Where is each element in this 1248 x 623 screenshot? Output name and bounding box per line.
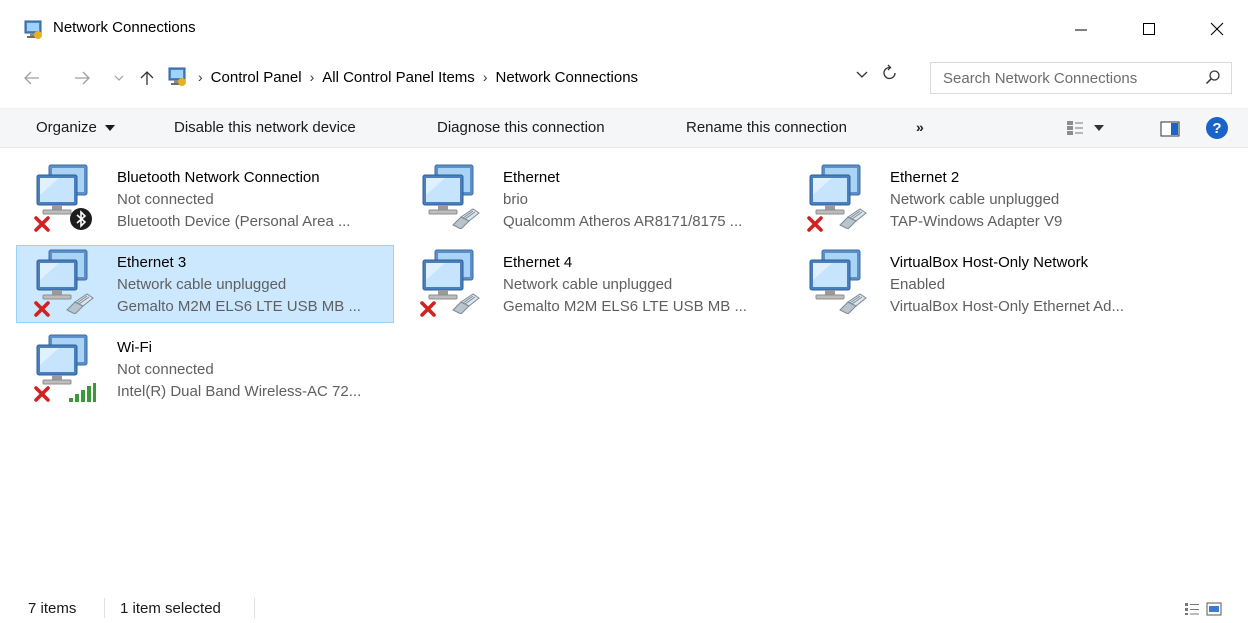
refresh-icon [883,64,896,80]
address-history-button[interactable] [856,67,868,82]
connection-name: Ethernet 4 [503,254,573,271]
connection-tile[interactable]: Wi-Fi Not connected Intel(R) Dual Band Wir… [16,330,394,408]
connection-name: Ethernet 2 [890,169,960,186]
rename-button[interactable]: Rename this connection [686,119,847,136]
tiles-view-button[interactable] [1206,602,1222,620]
connection-name: Ethernet [503,169,560,186]
bluetooth-icon [69,207,93,235]
status-divider [104,598,105,618]
connection-device: Qualcomm Atheros AR8171/8175 ... [503,213,743,230]
network-connections-icon [22,20,44,40]
connection-name: VirtualBox Host-Only Network [890,254,1089,271]
network-cable-icon [836,292,868,318]
breadcrumb-network-connections[interactable]: Network Connections [495,69,638,86]
window-title: Network Connections [53,19,196,36]
search-input[interactable] [943,69,1193,87]
maximize-button[interactable] [1118,0,1180,58]
address-bar[interactable]: › Control Panel › All Control Panel Item… [166,60,916,94]
connection-tile[interactable]: Ethernet 3 Network cable unplugged Gemalto… [16,245,394,323]
chevron-down-icon [856,71,868,78]
preview-pane-button[interactable] [1160,121,1180,141]
chevron-down-icon [114,75,124,81]
network-cable-icon [836,207,868,233]
item-count: 7 items [28,600,77,617]
help-icon: ? [1212,119,1222,137]
connection-name: Wi-Fi [117,339,152,356]
title-bar: Network Connections [0,0,1248,58]
disconnected-x-icon [33,300,51,322]
caret-down-icon [1094,125,1104,131]
status-bar: 7 items 1 item selected [0,594,1248,623]
disconnected-x-icon [33,215,51,237]
connection-status: Not connected [117,191,214,208]
breadcrumb-separator[interactable]: › [310,69,315,85]
diagnose-button[interactable]: Diagnose this connection [437,119,605,136]
connection-tile[interactable]: Ethernet brio Qualcomm Atheros AR8171/8175… [402,160,780,238]
connection-device: VirtualBox Host-Only Ethernet Ad... [890,298,1125,315]
status-divider [254,598,255,618]
connection-device: Intel(R) Dual Band Wireless-AC 72... [117,383,362,400]
command-bar: Organize Disable this network device Dia… [0,108,1248,148]
connection-tile[interactable]: Ethernet 4 Network cable unplugged Gemalto… [402,245,780,323]
breadcrumb-all-items[interactable]: All Control Panel Items [322,69,475,86]
breadcrumb-separator[interactable]: › [198,69,203,85]
network-cable-icon [449,207,481,233]
arrow-up-icon [140,71,154,85]
details-view-button[interactable] [1184,602,1200,620]
back-button[interactable] [24,66,40,90]
details-view-icon [1185,603,1199,615]
selection-count: 1 item selected [120,600,221,617]
organize-button[interactable]: Organize [36,119,116,136]
help-button[interactable]: ? [1206,117,1228,139]
view-switcher [1184,602,1222,620]
breadcrumb-separator[interactable]: › [483,69,488,85]
search-box[interactable] [930,62,1232,94]
connection-device: Bluetooth Device (Personal Area ... [117,213,351,230]
minimize-button[interactable] [1050,0,1112,58]
close-icon [1210,22,1224,36]
preview-pane-icon [1160,121,1180,137]
view-details-icon [1067,121,1083,135]
control-panel-icon [166,67,188,87]
up-button[interactable] [140,66,154,90]
connection-status: brio [503,191,529,208]
connection-device: Gemalto M2M ELS6 LTE USB MB ... [503,298,747,315]
disconnected-x-icon [419,300,437,322]
caret-down-icon [105,125,116,132]
disconnected-x-icon [806,215,824,237]
connection-status: Network cable unplugged [117,276,287,293]
connection-device: TAP-Windows Adapter V9 [890,213,1063,230]
change-view-button[interactable] [1066,120,1104,136]
address-row: › Control Panel › All Control Panel Item… [0,58,1248,98]
refresh-button[interactable] [882,64,898,87]
connection-tile[interactable]: Bluetooth Network Connection Not connecte… [16,160,394,238]
network-cable-icon [449,292,481,318]
forward-button[interactable] [74,66,90,90]
arrow-left-icon [24,71,39,85]
close-button[interactable] [1186,0,1248,58]
disable-device-button[interactable]: Disable this network device [174,119,356,136]
connection-tile[interactable]: VirtualBox Host-Only Network Enabled Virtu… [789,245,1167,323]
tiles-view-icon [1206,602,1222,616]
connection-status: Network cable unplugged [503,276,673,293]
search-icon[interactable] [1205,69,1221,89]
connection-name: Ethernet 3 [117,254,187,271]
minimize-icon [1075,29,1087,31]
disconnected-x-icon [33,385,51,407]
connection-status: Enabled [890,276,946,293]
connection-name: Bluetooth Network Connection [117,169,320,186]
connection-status: Not connected [117,361,214,378]
connection-status: Network cable unplugged [890,191,1060,208]
connection-tile[interactable]: Ethernet 2 Network cable unplugged TAP-Win… [789,160,1167,238]
network-cable-icon [63,292,95,318]
more-commands-button[interactable]: » [916,119,924,135]
connections-list: Bluetooth Network Connection Not connecte… [0,148,1248,588]
maximize-icon [1143,23,1155,35]
wifi-signal-icon [67,383,97,407]
breadcrumb-control-panel[interactable]: Control Panel [211,69,302,86]
connection-device: Gemalto M2M ELS6 LTE USB MB ... [117,298,361,315]
arrow-right-icon [75,71,90,85]
organize-label: Organize [36,119,97,136]
recent-locations-button[interactable] [114,66,124,90]
